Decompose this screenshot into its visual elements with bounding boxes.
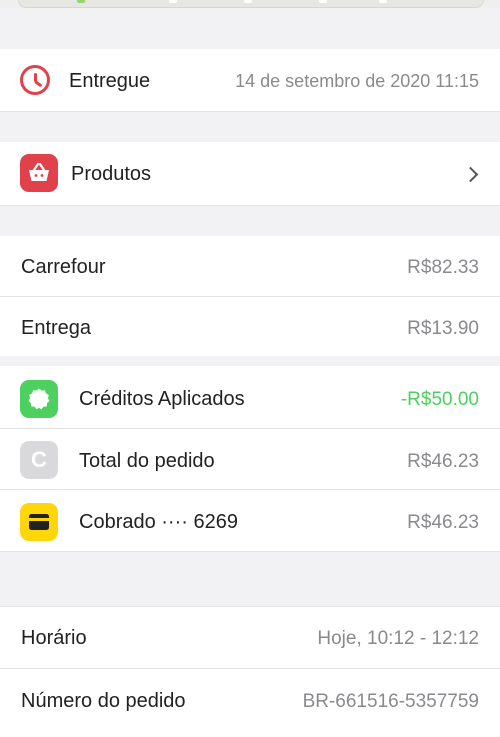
products-label: Produtos <box>71 163 152 185</box>
map-preview <box>0 0 500 8</box>
store-value: R$82.33 <box>407 257 479 278</box>
letter-c-icon: C <box>20 441 58 479</box>
badge-icon <box>20 380 58 418</box>
time-value: Hoje, 10:12 - 12:12 <box>317 628 479 649</box>
credits-label: Créditos Aplicados <box>79 388 245 410</box>
total-value: R$46.23 <box>407 451 479 472</box>
clock-icon <box>20 65 50 95</box>
payment-card: Créditos Aplicados -R$50.00 C Total do p… <box>0 366 500 551</box>
status-label: Entregue <box>69 70 151 92</box>
status-row: Entregue 14 de setembro de 2020 11:15 <box>0 49 500 111</box>
credits-value: -R$50.00 <box>400 389 479 410</box>
basket-icon <box>20 154 58 192</box>
order-number-value: BR-661516-5357759 <box>302 691 479 712</box>
delivery-value: R$13.90 <box>407 318 479 339</box>
chevron-right-icon[interactable] <box>462 166 479 183</box>
store-label: Carrefour <box>21 256 106 278</box>
total-label: Total do pedido <box>79 450 215 472</box>
details-card: Horário Hoje, 10:12 - 12:12 Número do pe… <box>0 606 500 737</box>
order-number-label: Número do pedido <box>21 690 186 712</box>
credit-card-icon <box>20 503 58 541</box>
delivery-label: Entrega <box>21 317 92 339</box>
total-icon-letter: C <box>31 447 47 472</box>
status-datetime: 14 de setembro de 2020 11:15 <box>235 71 479 91</box>
charged-value: R$46.23 <box>407 512 479 533</box>
summary-card: Carrefour R$82.33 Entrega R$13.90 <box>0 236 500 356</box>
time-label: Horário <box>21 627 87 649</box>
map-card <box>18 0 484 8</box>
products-row[interactable]: Produtos <box>0 142 500 205</box>
charged-label: Cobrado ···· 6269 <box>79 511 238 533</box>
